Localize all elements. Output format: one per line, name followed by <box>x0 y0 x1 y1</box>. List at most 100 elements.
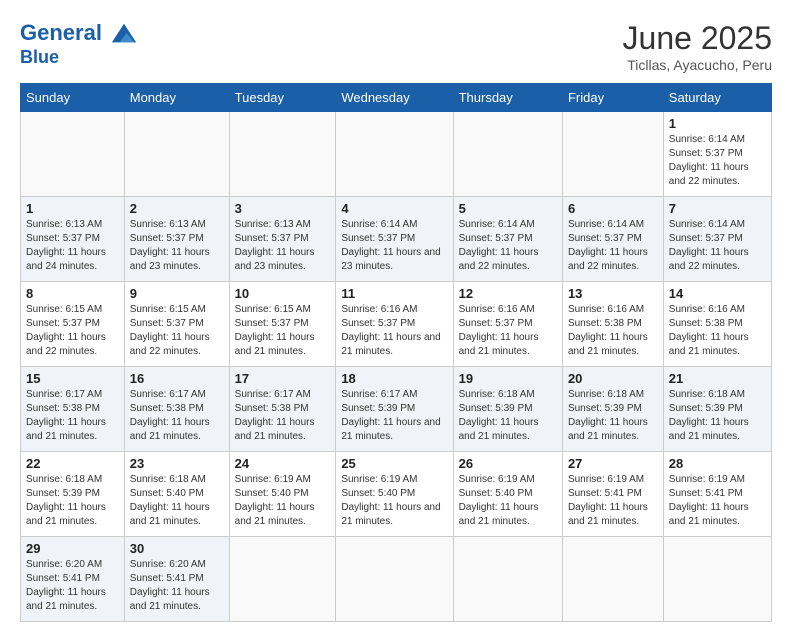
day-number: 7 <box>669 201 766 216</box>
calendar-cell: 25Sunrise: 6:19 AMSunset: 5:40 PMDayligh… <box>336 452 453 537</box>
calendar-cell: 23 Sunrise: 6:18 AMSunset: 5:40 PMDayligh… <box>124 452 229 537</box>
day-number: 22 <box>26 456 119 471</box>
day-number: 2 <box>130 201 224 216</box>
calendar-cell <box>336 112 453 197</box>
day-of-week-header: Monday <box>124 84 229 112</box>
day-info: Sunrise: 6:20 AMSunset: 5:41 PMDaylight:… <box>26 558 119 614</box>
calendar-cell: 4Sunrise: 6:14 AMSunset: 5:37 PMDaylight… <box>336 197 453 282</box>
day-of-week-header: Sunday <box>21 84 125 112</box>
day-number: 1 <box>669 116 766 131</box>
calendar-cell: 8 Sunrise: 6:15 AMSunset: 5:37 PMDaylight… <box>21 282 125 367</box>
day-number: 29 <box>26 541 119 556</box>
day-number: 20 <box>568 371 658 386</box>
calendar-cell <box>453 112 562 197</box>
calendar-cell: 6Sunrise: 6:14 AMSunset: 5:37 PMDaylight… <box>562 197 663 282</box>
day-number: 25 <box>341 456 447 471</box>
day-number: 8 <box>26 286 119 301</box>
calendar-cell: 5 Sunrise: 6:14 AMSunset: 5:37 PMDaylight… <box>453 197 562 282</box>
day-info: Sunrise: 6:15 AMSunset: 5:37 PMDaylight:… <box>235 303 331 359</box>
day-info: Sunrise: 6:14 AMSunset: 5:37 PMDaylight:… <box>459 218 557 274</box>
calendar-cell: 3 Sunrise: 6:13 AMSunset: 5:37 PMDaylight… <box>229 197 336 282</box>
day-info: Sunrise: 6:18 AMSunset: 5:39 PMDaylight:… <box>26 473 119 529</box>
calendar-week-row: 1 Sunrise: 6:13 AMSunset: 5:37 PMDaylight… <box>21 197 772 282</box>
calendar-cell: 9Sunrise: 6:15 AMSunset: 5:37 PMDaylight… <box>124 282 229 367</box>
day-number: 10 <box>235 286 331 301</box>
day-info: Sunrise: 6:13 AMSunset: 5:37 PMDaylight:… <box>235 218 331 274</box>
day-info: Sunrise: 6:19 AMSunset: 5:41 PMDaylight:… <box>669 473 766 529</box>
day-info: Sunrise: 6:16 AMSunset: 5:37 PMDaylight:… <box>341 303 447 359</box>
day-number: 16 <box>130 371 224 386</box>
day-info: Sunrise: 6:17 AMSunset: 5:38 PMDaylight:… <box>130 388 224 444</box>
day-info: Sunrise: 6:16 AMSunset: 5:38 PMDaylight:… <box>568 303 658 359</box>
day-info: Sunrise: 6:18 AMSunset: 5:39 PMDaylight:… <box>459 388 557 444</box>
calendar-cell <box>663 537 771 622</box>
calendar-table: SundayMondayTuesdayWednesdayThursdayFrid… <box>20 83 772 622</box>
day-info: Sunrise: 6:16 AMSunset: 5:37 PMDaylight:… <box>459 303 557 359</box>
calendar-cell <box>229 537 336 622</box>
calendar-week-row: 15 Sunrise: 6:17 AMSunset: 5:38 PMDayligh… <box>21 367 772 452</box>
day-number: 26 <box>459 456 557 471</box>
day-info: Sunrise: 6:14 AMSunset: 5:37 PMDaylight:… <box>669 218 766 274</box>
calendar-cell: 18 Sunrise: 6:17 AMSunset: 5:39 PMDayligh… <box>336 367 453 452</box>
subtitle: Ticllas, Ayacucho, Peru <box>623 57 772 73</box>
day-number: 5 <box>459 201 557 216</box>
day-of-week-header: Saturday <box>663 84 771 112</box>
calendar-cell <box>453 537 562 622</box>
calendar-cell: 11 Sunrise: 6:16 AMSunset: 5:37 PMDayligh… <box>336 282 453 367</box>
day-info: Sunrise: 6:19 AMSunset: 5:41 PMDaylight:… <box>568 473 658 529</box>
calendar-cell: 14 Sunrise: 6:16 AMSunset: 5:38 PMDayligh… <box>663 282 771 367</box>
calendar-cell <box>562 537 663 622</box>
title-block: June 2025 Ticllas, Ayacucho, Peru <box>623 20 772 73</box>
calendar-cell: 21 Sunrise: 6:18 AMSunset: 5:39 PMDayligh… <box>663 367 771 452</box>
day-number: 19 <box>459 371 557 386</box>
calendar-cell: 16 Sunrise: 6:17 AMSunset: 5:38 PMDayligh… <box>124 367 229 452</box>
calendar-cell: 1 Sunrise: 6:13 AMSunset: 5:37 PMDaylight… <box>21 197 125 282</box>
logo: General Blue <box>20 20 138 68</box>
day-number: 14 <box>669 286 766 301</box>
calendar-cell: 2 Sunrise: 6:13 AMSunset: 5:37 PMDaylight… <box>124 197 229 282</box>
day-number: 18 <box>341 371 447 386</box>
calendar-cell <box>229 112 336 197</box>
calendar-cell: 10 Sunrise: 6:15 AMSunset: 5:37 PMDayligh… <box>229 282 336 367</box>
day-info: Sunrise: 6:20 AMSunset: 5:41 PMDaylight:… <box>130 558 224 614</box>
calendar-week-row: 8 Sunrise: 6:15 AMSunset: 5:37 PMDaylight… <box>21 282 772 367</box>
day-info: Sunrise: 6:18 AMSunset: 5:40 PMDaylight:… <box>130 473 224 529</box>
calendar-cell <box>336 537 453 622</box>
day-number: 15 <box>26 371 119 386</box>
day-number: 24 <box>235 456 331 471</box>
day-number: 13 <box>568 286 658 301</box>
calendar-cell: 22 Sunrise: 6:18 AMSunset: 5:39 PMDayligh… <box>21 452 125 537</box>
day-of-week-header: Tuesday <box>229 84 336 112</box>
calendar-week-row: 29 Sunrise: 6:20 AMSunset: 5:41 PMDayligh… <box>21 537 772 622</box>
day-info: Sunrise: 6:15 AMSunset: 5:37 PMDaylight:… <box>26 303 119 359</box>
day-number: 21 <box>669 371 766 386</box>
calendar-cell: 17Sunrise: 6:17 AMSunset: 5:38 PMDayligh… <box>229 367 336 452</box>
day-info: Sunrise: 6:18 AMSunset: 5:39 PMDaylight:… <box>669 388 766 444</box>
day-number: 27 <box>568 456 658 471</box>
day-info: Sunrise: 6:14 AMSunset: 5:37 PMDaylight:… <box>341 218 447 274</box>
day-of-week-header: Wednesday <box>336 84 453 112</box>
day-number: 23 <box>130 456 224 471</box>
calendar-week-row: 22 Sunrise: 6:18 AMSunset: 5:39 PMDayligh… <box>21 452 772 537</box>
day-number: 12 <box>459 286 557 301</box>
day-info: Sunrise: 6:13 AMSunset: 5:37 PMDaylight:… <box>130 218 224 274</box>
day-info: Sunrise: 6:17 AMSunset: 5:38 PMDaylight:… <box>235 388 331 444</box>
day-number: 11 <box>341 286 447 301</box>
calendar-cell <box>21 112 125 197</box>
calendar-cell: 30Sunrise: 6:20 AMSunset: 5:41 PMDayligh… <box>124 537 229 622</box>
calendar-cell: 28Sunrise: 6:19 AMSunset: 5:41 PMDayligh… <box>663 452 771 537</box>
day-info: Sunrise: 6:13 AMSunset: 5:37 PMDaylight:… <box>26 218 119 274</box>
day-info: Sunrise: 6:16 AMSunset: 5:38 PMDaylight:… <box>669 303 766 359</box>
calendar-header-row: SundayMondayTuesdayWednesdayThursdayFrid… <box>21 84 772 112</box>
day-number: 1 <box>26 201 119 216</box>
calendar-cell: 19 Sunrise: 6:18 AMSunset: 5:39 PMDayligh… <box>453 367 562 452</box>
day-of-week-header: Thursday <box>453 84 562 112</box>
day-info: Sunrise: 6:19 AMSunset: 5:40 PMDaylight:… <box>235 473 331 529</box>
day-info: Sunrise: 6:14 AMSunset: 5:37 PMDaylight:… <box>568 218 658 274</box>
day-info: Sunrise: 6:17 AMSunset: 5:39 PMDaylight:… <box>341 388 447 444</box>
calendar-cell: 1Sunrise: 6:14 AMSunset: 5:37 PMDaylight… <box>663 112 771 197</box>
calendar-cell <box>562 112 663 197</box>
day-number: 3 <box>235 201 331 216</box>
day-of-week-header: Friday <box>562 84 663 112</box>
logo-blue: Blue <box>20 48 138 68</box>
